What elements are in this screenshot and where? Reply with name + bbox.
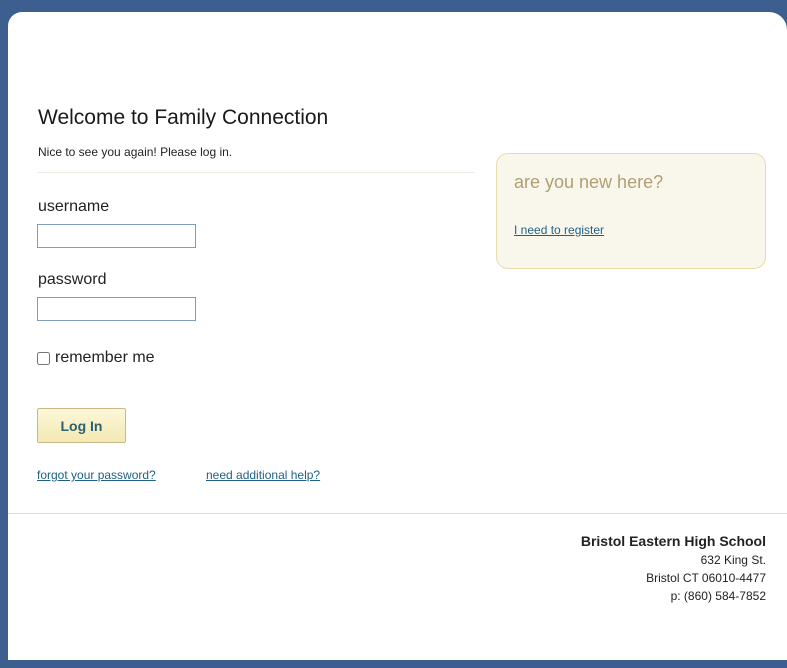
school-street: 632 King St. <box>700 553 766 567</box>
school-info: Bristol Eastern High School 632 King St.… <box>581 532 766 605</box>
footer-divider <box>8 513 787 514</box>
password-input[interactable] <box>37 297 196 321</box>
new-user-panel: are you new here? I need to register <box>496 153 766 269</box>
school-phone: p: (860) 584-7852 <box>670 589 766 603</box>
remember-me-label[interactable]: remember me <box>55 349 155 367</box>
school-name: Bristol Eastern High School <box>580 533 766 549</box>
page-title: Welcome to Family Connection <box>38 106 329 129</box>
login-button[interactable]: Log In <box>37 408 126 443</box>
additional-help-link[interactable]: need additional help? <box>206 468 320 482</box>
new-user-heading: are you new here? <box>514 172 664 192</box>
header-divider <box>38 172 474 173</box>
username-label: username <box>38 198 110 215</box>
remember-me-row: remember me <box>37 349 155 367</box>
login-card: Welcome to Family Connection Nice to see… <box>8 12 787 660</box>
forgot-password-link[interactable]: forgot your password? <box>37 468 156 482</box>
password-label: password <box>38 271 107 288</box>
page-subtitle: Nice to see you again! Please log in. <box>38 145 233 159</box>
register-link[interactable]: I need to register <box>514 223 604 237</box>
username-input[interactable] <box>37 224 196 248</box>
school-city: Bristol CT 06010-4477 <box>646 571 766 585</box>
remember-me-checkbox[interactable] <box>37 351 50 365</box>
